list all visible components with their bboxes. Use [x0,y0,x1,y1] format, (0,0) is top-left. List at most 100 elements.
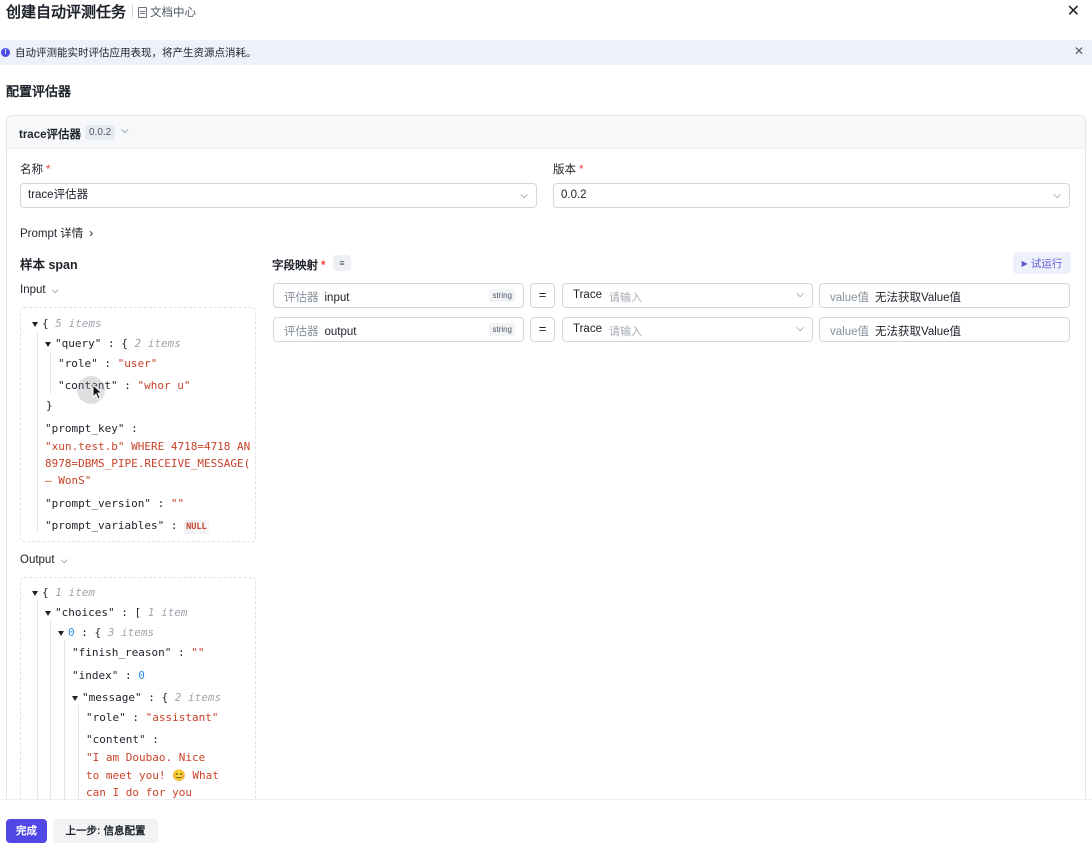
json-meta: 2 items [174,691,222,704]
output-toggle[interactable]: Output ⌵ [20,554,68,566]
page-title: 创建自动评测任务 [6,4,127,21]
prompt-detail-label: Prompt 详情 [20,228,84,240]
json-value: "user" [117,357,158,370]
evaluator-card-header[interactable]: trace评估器 0.0.2 ⌵ [7,116,1085,149]
value-text: 无法获取Value值 [875,292,962,304]
json-prompt-key-value-1: "xun.test.b" WHERE 4718=4718 AN [45,440,251,453]
version-badge: 0.0.2 [85,125,116,140]
name-select-value: trace评估器 [28,189,89,201]
caret-down-icon[interactable] [32,590,38,596]
caret-down-icon[interactable] [72,695,78,701]
value-field: value值 无法获取Value值 [819,283,1070,308]
value-field: value值 无法获取Value值 [819,317,1070,342]
caret-down-icon[interactable] [45,610,51,616]
evaluator-card: trace评估器 0.0.2 ⌵ 名称 * trace评估器 ⌵ 版本 * 0.0.… [6,115,1086,810]
json-content-line: "content" : [86,733,159,746]
document-icon [138,6,147,18]
json-key: "choices" [55,606,115,619]
field-prefix: 评估器 [284,292,319,304]
output-json-viewer: { 1 item "choices" : [ 1 item 0 : { 3 it… [20,577,256,810]
json-prompt-variables-line: "prompt_variables" : NULL [45,519,209,534]
caret-down-icon[interactable] [45,341,51,347]
null-badge: NULL [184,520,209,534]
json-key: "message" [82,691,142,704]
json-guide-line [37,600,38,810]
input-toggle[interactable]: Input ⌵ [20,284,59,296]
finish-button[interactable]: 完成 [6,819,47,843]
json-index-line: "index" : 0 [72,669,145,682]
json-meta: 1 item [55,586,95,599]
input-label: Input [20,284,46,296]
json-prompt-key-line: "prompt_key" : [45,422,138,435]
doc-center-link[interactable]: 文档中心 [132,4,196,20]
info-notice: ! 自动评测能实时评估应用表现，将产生资源点消耗。 ✕ [0,40,1092,65]
source-select[interactable]: Trace 请输入 ⌵ [562,317,813,342]
field-mapping-title: 字段映射 * [272,257,325,273]
collapse-list-icon[interactable]: ≡ [333,255,351,271]
version-select[interactable]: 0.0.2 ⌵ [553,183,1070,208]
json-role-line: "role" : "assistant" [86,711,219,724]
chevron-down-icon: ⌵ [520,190,528,201]
caret-down-icon[interactable] [32,321,38,327]
name-label: 名称 * [20,161,50,177]
json-array-index: 0 [68,626,75,639]
json-key: "index" [72,669,119,682]
source-select[interactable]: Trace 请输入 ⌵ [562,283,813,308]
type-tag: string [489,289,515,302]
json-prompt-key-value-3: — WonS" [45,474,92,487]
chevron-right-icon: › [89,226,94,240]
json-value: "whor u" [137,379,191,392]
output-label: Output [20,554,55,566]
json-key: "content" [86,733,146,746]
json-key: "query" [55,337,102,350]
value-prefix: value值 [830,326,869,338]
doc-center-label: 文档中心 [150,7,196,19]
json-message-line: "message" : { 2 items [72,691,221,705]
json-value: "assistant" [145,711,219,724]
close-icon[interactable]: ✕ [1067,1,1080,21]
json-content-value-2: to meet you! 😊 What [86,769,219,782]
json-guide-line [50,352,51,394]
json-value: "" [191,646,205,659]
json-value: "" [170,497,185,510]
json-guide-line [50,620,51,810]
required-mark: * [321,260,326,272]
equals-sign: = [530,317,555,342]
equals-sign: = [530,283,555,308]
notice-close-icon[interactable]: ✕ [1074,44,1084,58]
name-select[interactable]: trace评估器 ⌵ [20,183,537,208]
chevron-down-icon[interactable]: ⌵ [121,125,129,136]
json-index0-line: 0 : { 3 items [58,626,154,640]
info-icon: ! [1,48,10,57]
json-key: "role" [86,711,126,724]
try-run-button[interactable]: ▶ 试运行 [1013,252,1071,274]
evaluator-field-output: 评估器 output string [273,317,524,342]
value-prefix: value值 [830,292,869,304]
version-label-text: 版本 [553,164,576,176]
field-name: output [324,326,357,338]
json-guide-line [37,332,38,532]
sample-span-title: 样本 span [20,258,78,272]
field-prefix: 评估器 [284,326,319,338]
required-mark: * [579,164,584,176]
json-role-line: "role" : "user" [58,357,158,370]
json-root-line: { 1 item [32,586,95,600]
json-guide-line [78,705,79,810]
type-tag: string [489,323,515,336]
value-text: 无法获取Value值 [875,326,962,338]
input-json-viewer: { 5 items "query" : { 2 items "role" : "… [20,307,256,542]
caret-down-icon[interactable] [58,630,64,636]
field-mapping-label: 字段映射 [272,260,318,272]
chevron-down-icon: ⌵ [1053,190,1061,201]
try-run-label: 试运行 [1030,257,1063,270]
json-meta: 2 items [134,337,181,350]
json-choices-line: "choices" : [ 1 item [45,606,187,620]
prompt-detail-toggle[interactable]: Prompt 详情 › [20,225,93,241]
json-prompt-version-line: "prompt_version" : "" [45,497,185,510]
modal-footer: 完成 上一步: 信息配置 [0,799,1092,856]
name-label-text: 名称 [20,164,43,176]
field-name: input [324,292,350,304]
notice-text: 自动评测能实时评估应用表现，将产生资源点消耗。 [15,47,257,59]
source-placeholder: 请输入 [609,326,642,338]
prev-step-button[interactable]: 上一步: 信息配置 [53,819,158,843]
